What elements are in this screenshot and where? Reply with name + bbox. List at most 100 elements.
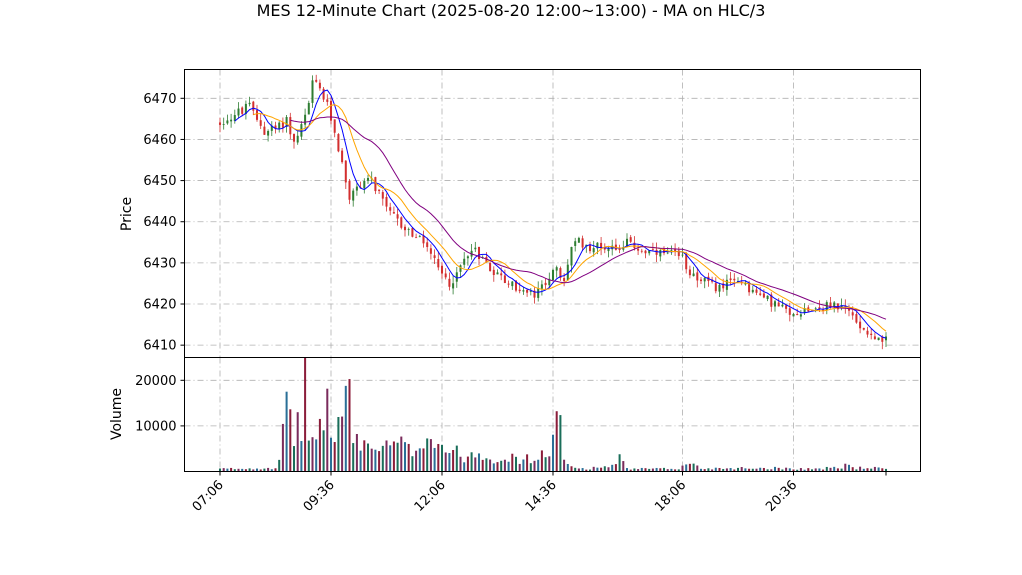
candle-body bbox=[222, 124, 225, 125]
volume-bar bbox=[859, 466, 862, 472]
volume-y-axis: 10000 20000 bbox=[135, 374, 185, 434]
volume-bar bbox=[452, 450, 455, 472]
volume-bar bbox=[559, 415, 562, 472]
candle-body bbox=[337, 134, 340, 152]
volume-bar bbox=[563, 459, 566, 472]
candle-body bbox=[407, 228, 410, 230]
price-panel-frame bbox=[184, 69, 921, 358]
candle-body bbox=[759, 293, 762, 295]
candle-body bbox=[474, 247, 477, 250]
candle-body bbox=[448, 278, 451, 287]
volume-tick-label: 20000 bbox=[135, 374, 176, 389]
volume-bar bbox=[847, 464, 851, 472]
candle-body bbox=[696, 272, 699, 281]
volume-bar bbox=[688, 463, 691, 472]
candle-body bbox=[355, 186, 358, 191]
candle-body bbox=[681, 254, 684, 256]
candle-body bbox=[326, 99, 329, 102]
candle-body bbox=[644, 250, 647, 254]
candle-body bbox=[692, 273, 695, 277]
candle-body bbox=[415, 237, 418, 239]
volume-bar bbox=[526, 454, 529, 472]
candle-body bbox=[540, 284, 543, 289]
volume-bar bbox=[392, 441, 395, 472]
candle-body bbox=[433, 255, 436, 259]
volume-bar bbox=[230, 467, 233, 472]
price-y-axis: 6410 6420 6430 6440 6450 6460 6470 bbox=[143, 92, 185, 354]
candle-body bbox=[577, 237, 580, 243]
volume-bar bbox=[533, 460, 536, 472]
candle-body bbox=[292, 134, 296, 142]
volume-bar bbox=[740, 467, 743, 472]
candle-body bbox=[389, 207, 392, 211]
candle-body bbox=[341, 150, 344, 163]
volume-bar bbox=[307, 440, 310, 472]
volume-bar bbox=[492, 463, 495, 472]
candle-body bbox=[344, 160, 347, 183]
volume-bar bbox=[422, 448, 425, 472]
volume-bar bbox=[681, 465, 684, 472]
candle-body bbox=[788, 308, 791, 315]
volume-bar bbox=[437, 443, 440, 472]
volume-bar bbox=[773, 466, 777, 472]
volume-bar bbox=[873, 466, 876, 472]
candle-body bbox=[241, 107, 244, 114]
volume-bar bbox=[359, 450, 362, 472]
volume-bar bbox=[348, 379, 351, 472]
volume-bar bbox=[607, 467, 610, 472]
volume-bar bbox=[403, 442, 407, 472]
candle-body bbox=[267, 130, 270, 136]
x-tick-label: 20:36 bbox=[763, 478, 800, 515]
volume-bar bbox=[877, 467, 880, 472]
candle-body bbox=[333, 119, 336, 133]
volume-bar bbox=[292, 446, 296, 472]
ma-line-20 bbox=[290, 116, 887, 320]
candle-body bbox=[751, 289, 754, 293]
volume-bar bbox=[355, 433, 358, 472]
candle-body bbox=[492, 269, 495, 276]
volume-bar bbox=[600, 467, 603, 472]
candle-body bbox=[496, 272, 499, 275]
price-tick-label: 6470 bbox=[143, 92, 176, 107]
volume-bar bbox=[289, 409, 292, 472]
volume-bar bbox=[685, 464, 688, 472]
candle-body bbox=[873, 336, 876, 340]
candle-body bbox=[378, 189, 381, 191]
price-tick-label: 6430 bbox=[143, 256, 176, 271]
chart-title: MES 12-Minute Chart (2025-08-20 12:00~13… bbox=[257, 1, 766, 20]
volume-bar bbox=[333, 442, 336, 472]
volume-tick-label: 10000 bbox=[135, 419, 176, 434]
candle-body bbox=[418, 236, 421, 238]
candle-body bbox=[237, 108, 240, 116]
candle-body bbox=[252, 101, 255, 111]
volume-bar bbox=[540, 450, 543, 472]
candle-body bbox=[659, 250, 662, 257]
candle-body bbox=[489, 262, 492, 272]
candle-body bbox=[248, 102, 251, 105]
volume-bar bbox=[407, 443, 410, 472]
candle-body bbox=[781, 304, 784, 307]
volume-bar bbox=[522, 459, 525, 472]
price-axis-label: Price bbox=[119, 197, 135, 231]
volume-bar bbox=[851, 467, 854, 472]
x-axis: 07:06 09:36 12:06 14:36 18:06 20:36 bbox=[190, 471, 887, 515]
volume-bar bbox=[329, 437, 333, 472]
price-gridlines bbox=[184, 69, 921, 358]
candle-body bbox=[426, 242, 429, 248]
volume-bar bbox=[807, 468, 810, 472]
candle-body bbox=[363, 180, 366, 189]
price-tick-label: 6420 bbox=[143, 298, 176, 313]
candle-body bbox=[352, 190, 355, 201]
candle-body bbox=[881, 337, 884, 342]
candle-body bbox=[403, 226, 407, 231]
candle-body bbox=[629, 237, 632, 242]
volume-bar bbox=[759, 467, 762, 472]
candle-body bbox=[859, 321, 862, 329]
candle-body bbox=[651, 248, 654, 250]
volume-bar bbox=[489, 459, 492, 472]
candle-body bbox=[796, 314, 799, 316]
candle-body bbox=[574, 241, 577, 246]
volume-axis-label: Volume bbox=[109, 388, 125, 440]
volume-bar bbox=[529, 463, 532, 472]
volume-bar bbox=[662, 467, 666, 472]
